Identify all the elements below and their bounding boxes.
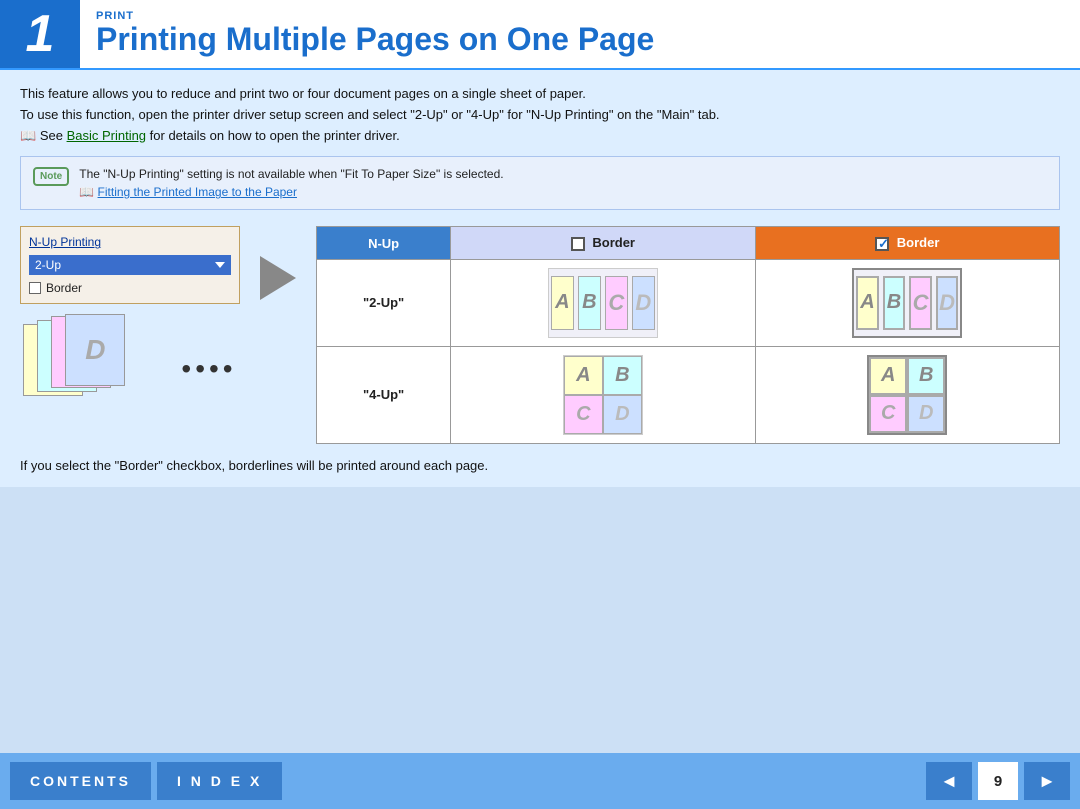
cell-2up-border: A B C D (755, 259, 1059, 346)
4up-page-c: C (564, 395, 603, 434)
basic-printing-link[interactable]: Basic Printing (67, 128, 146, 143)
4up-border-visual: A B C D (867, 355, 947, 435)
note-content: The "N-Up Printing" setting is not avail… (79, 165, 503, 201)
nup-table-wrapper: N-Up Border Border "2-Up" (316, 226, 1060, 444)
col-nup-header: N-Up (317, 227, 451, 260)
middle-section: N-Up Printing 2-Up Border A B C D (20, 226, 1060, 444)
footer: CONTENTS I N D E X ◄ 9 ► (0, 753, 1080, 809)
note-box: Note The "N-Up Printing" setting is not … (20, 156, 1060, 210)
border-checkbox-label: Border (46, 281, 82, 295)
4up-page-a: A (564, 356, 603, 395)
nup-table: N-Up Border Border "2-Up" (316, 226, 1060, 444)
chapter-number: 1 (0, 0, 80, 68)
book-icon2: 📖 (79, 185, 94, 199)
row1-label: "2-Up" (317, 259, 451, 346)
2up-noborder-visual: A B C D (548, 268, 658, 338)
col2-header-label: Border (592, 235, 635, 250)
arrow-container (260, 226, 296, 300)
pages-illustration: A B C D •••• (23, 314, 236, 404)
note-badge: Note (33, 167, 69, 186)
row2-label: "4-Up" (317, 346, 451, 443)
dropdown-arrow-icon (215, 262, 225, 268)
4up-page-b: B (603, 356, 642, 395)
2up-page-c: C (605, 276, 628, 330)
main-content: This feature allows you to reduce and pr… (0, 70, 1080, 487)
stacked-pages: A B C D (23, 314, 123, 404)
table-header-row: N-Up Border Border (317, 227, 1060, 260)
intro-line3-suffix: for details on how to open the printer d… (146, 128, 400, 143)
4up-border-page-a: A (869, 357, 907, 395)
page-title: Printing Multiple Pages on One Page (96, 22, 654, 57)
2up-page-b: B (578, 276, 601, 330)
4up-border-page-d: D (907, 395, 945, 433)
2up-border-page-c: C (909, 276, 932, 330)
prev-page-button[interactable]: ◄ (926, 762, 972, 800)
next-page-button[interactable]: ► (1024, 762, 1070, 800)
page-number: 9 (978, 762, 1018, 800)
note-text: The "N-Up Printing" setting is not avail… (79, 167, 503, 181)
dialog-dropdown[interactable]: 2-Up (29, 255, 231, 275)
2up-border-page-d: D (936, 276, 959, 330)
intro-line3: 📖 See Basic Printing for details on how … (20, 126, 1060, 147)
2up-border-visual: A B C D (852, 268, 962, 338)
dialog-title: N-Up Printing (29, 235, 231, 249)
2up-page-d: D (632, 276, 655, 330)
cell-4up-noborder: A B C D (451, 346, 755, 443)
intro-line2: To use this function, open the printer d… (20, 105, 1060, 126)
intro-line1: This feature allows you to reduce and pr… (20, 84, 1060, 105)
book-icon: 📖 (20, 128, 36, 143)
intro-block: This feature allows you to reduce and pr… (20, 84, 1060, 146)
col-border-checked-header: Border (755, 227, 1059, 260)
printer-dialog: N-Up Printing 2-Up Border (20, 226, 240, 304)
index-button[interactable]: I N D E X (157, 762, 282, 800)
4up-border-page-b: B (907, 357, 945, 395)
intro-line3-prefix: See (40, 128, 67, 143)
border-checkbox[interactable] (29, 282, 41, 294)
dropdown-value: 2-Up (35, 258, 61, 272)
4up-noborder-visual: A B C D (563, 355, 643, 435)
fitting-link[interactable]: Fitting the Printed Image to the Paper (98, 185, 297, 199)
bottom-text: If you select the "Border" checkbox, bor… (20, 458, 1060, 473)
2up-border-page-a: A (856, 276, 879, 330)
table-row-4up: "4-Up" A B C D (317, 346, 1060, 443)
dialog-checkbox-row: Border (29, 281, 231, 295)
4up-border-page-c: C (869, 395, 907, 433)
cell-4up-border: A B C D (755, 346, 1059, 443)
header-text-block: PRINT Printing Multiple Pages on One Pag… (80, 0, 670, 68)
contents-button[interactable]: CONTENTS (10, 762, 151, 800)
checkbox-checked-icon (875, 237, 889, 251)
col3-header-label: Border (897, 235, 940, 250)
page-d-card: D (65, 314, 125, 386)
4up-page-d: D (603, 395, 642, 434)
arrow-icon (260, 256, 296, 300)
cell-2up-noborder: A B C D (451, 259, 755, 346)
2up-border-page-b: B (883, 276, 906, 330)
left-section: N-Up Printing 2-Up Border A B C D (20, 226, 240, 404)
table-row-2up: "2-Up" A B C D (317, 259, 1060, 346)
col-border-unchecked-header: Border (451, 227, 755, 260)
continuation-dots: •••• (181, 353, 236, 385)
2up-page-a: A (551, 276, 574, 330)
page-header: 1 PRINT Printing Multiple Pages on One P… (0, 0, 1080, 70)
checkbox-unchecked-icon (571, 237, 585, 251)
